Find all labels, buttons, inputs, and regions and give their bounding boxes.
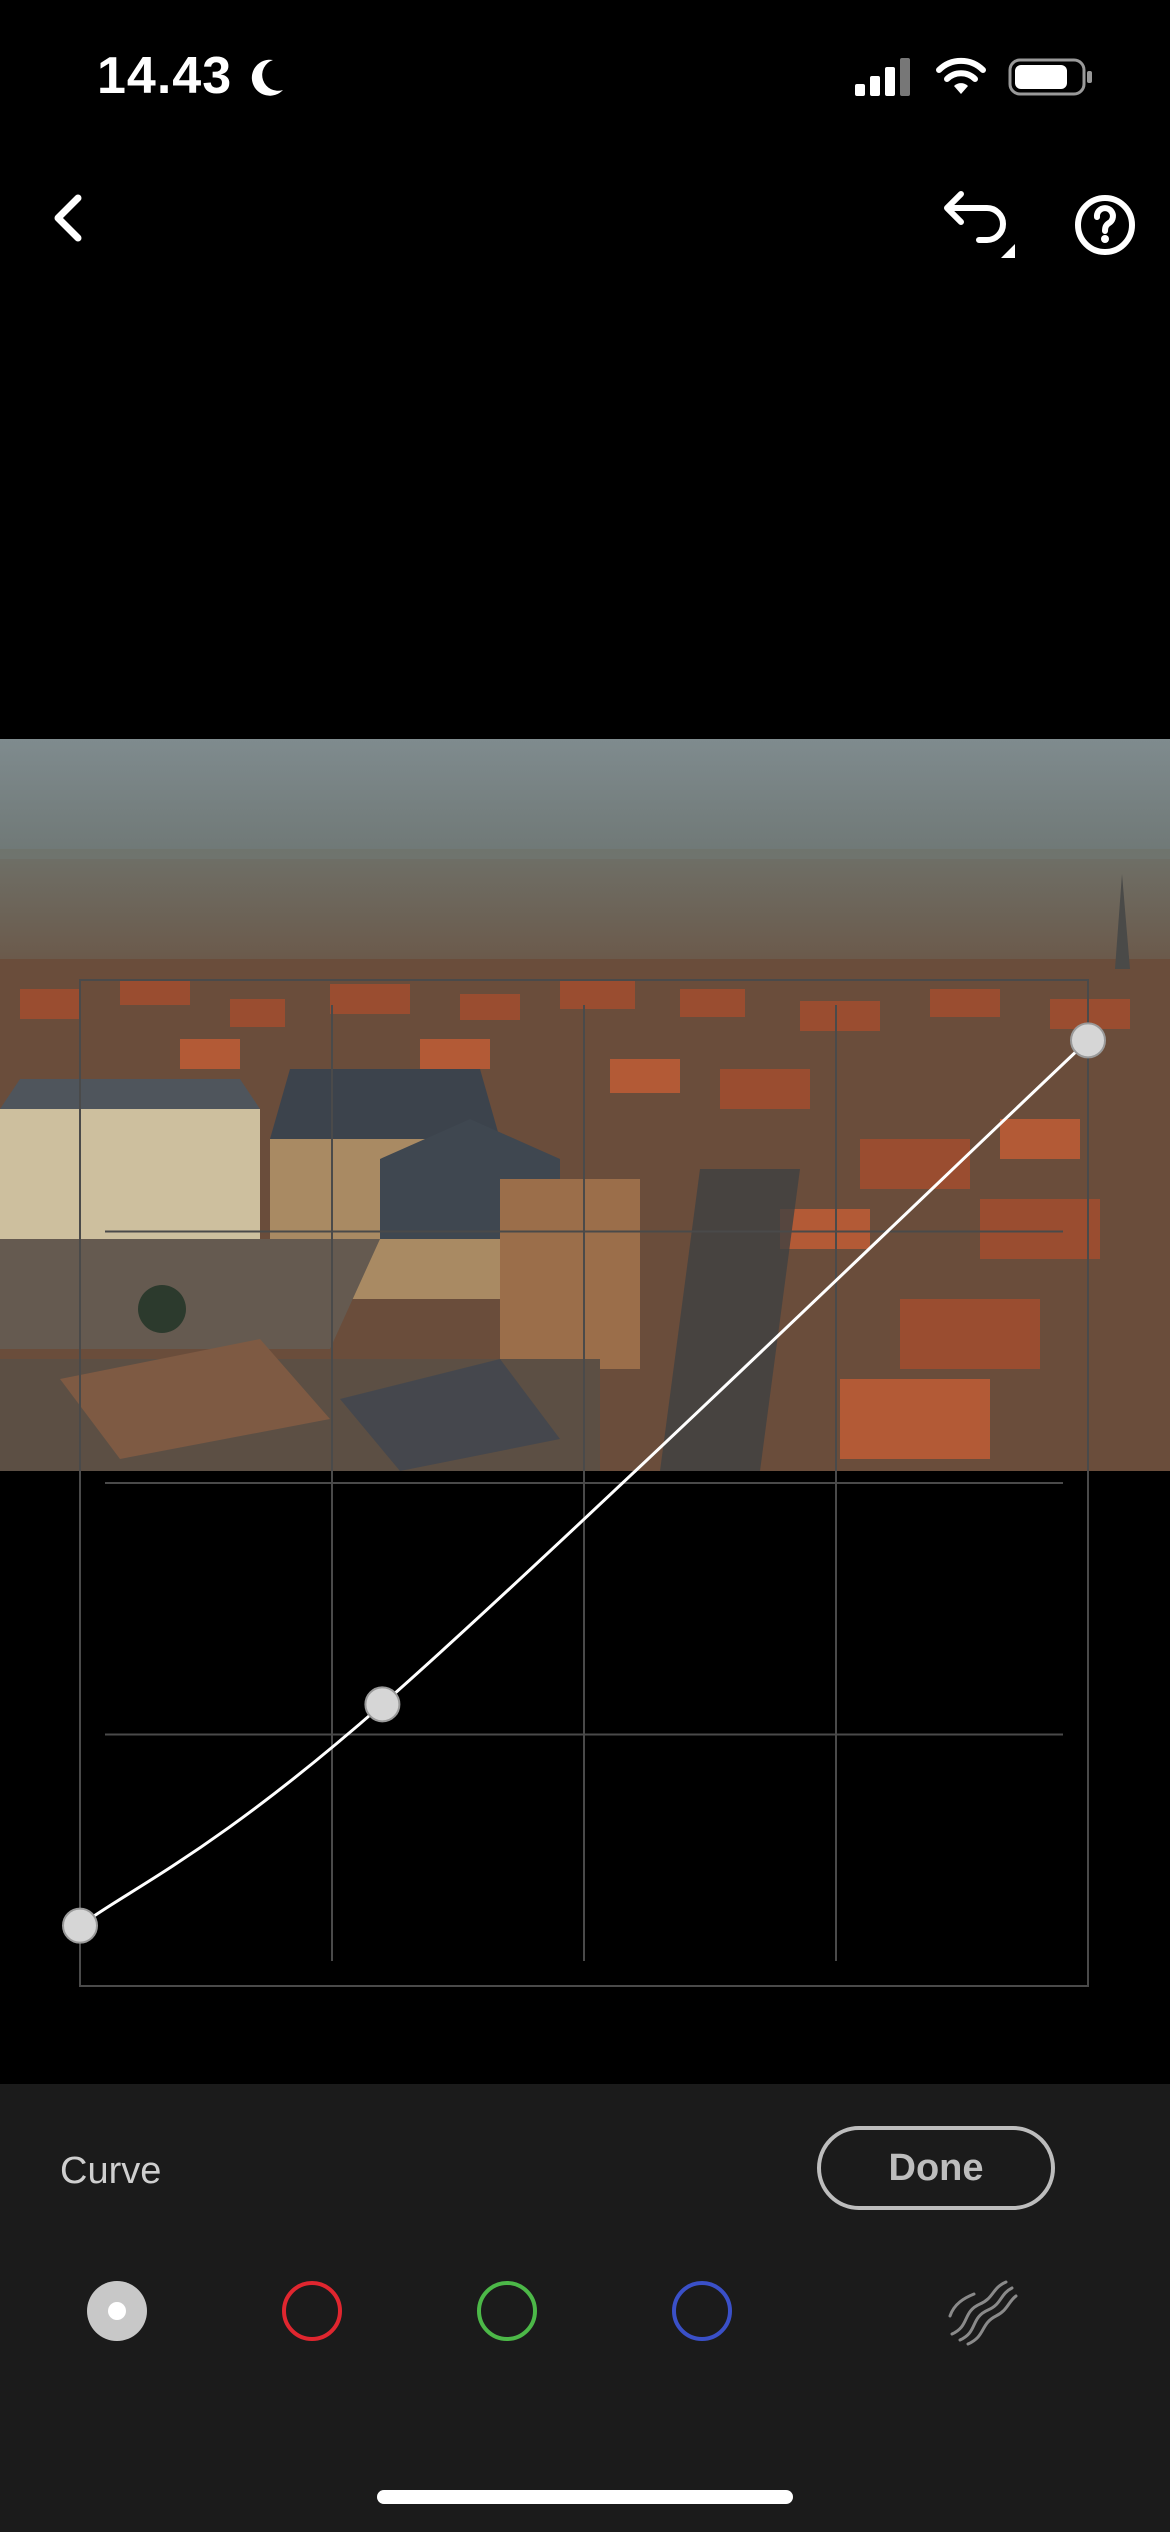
status-bar: 14.43 <box>0 0 1170 150</box>
green-channel-icon[interactable] <box>472 2276 542 2346</box>
help-icon[interactable] <box>1070 178 1140 258</box>
curve-control-point[interactable] <box>1070 1022 1106 1059</box>
curve-grid <box>79 979 1089 1987</box>
curve-graph[interactable] <box>0 960 1170 2000</box>
top-navigation <box>0 160 1170 270</box>
panel-title: Curve <box>60 2150 162 2192</box>
undo-icon[interactable] <box>935 178 1025 258</box>
tone-curve-editor[interactable] <box>0 960 1170 2000</box>
rgb-channel-icon[interactable] <box>82 2276 152 2346</box>
done-button[interactable]: Done <box>817 2126 1055 2210</box>
cellular-signal-icon <box>855 58 910 96</box>
red-channel-icon[interactable] <box>277 2276 347 2346</box>
home-indicator <box>377 2490 793 2504</box>
curve-control-point[interactable] <box>364 1686 401 1723</box>
chevron-left-icon[interactable] <box>40 178 100 258</box>
targeted-adjustment-icon[interactable] <box>940 2276 1020 2346</box>
wifi-icon <box>936 57 986 94</box>
blue-channel-icon[interactable] <box>667 2276 737 2346</box>
moon-icon <box>251 59 283 96</box>
curve-panel: Curve Done <box>0 2084 1170 2532</box>
curve-control-point[interactable] <box>62 1907 98 1944</box>
battery-icon <box>1008 58 1092 96</box>
status-time: 14.43 <box>97 47 233 105</box>
